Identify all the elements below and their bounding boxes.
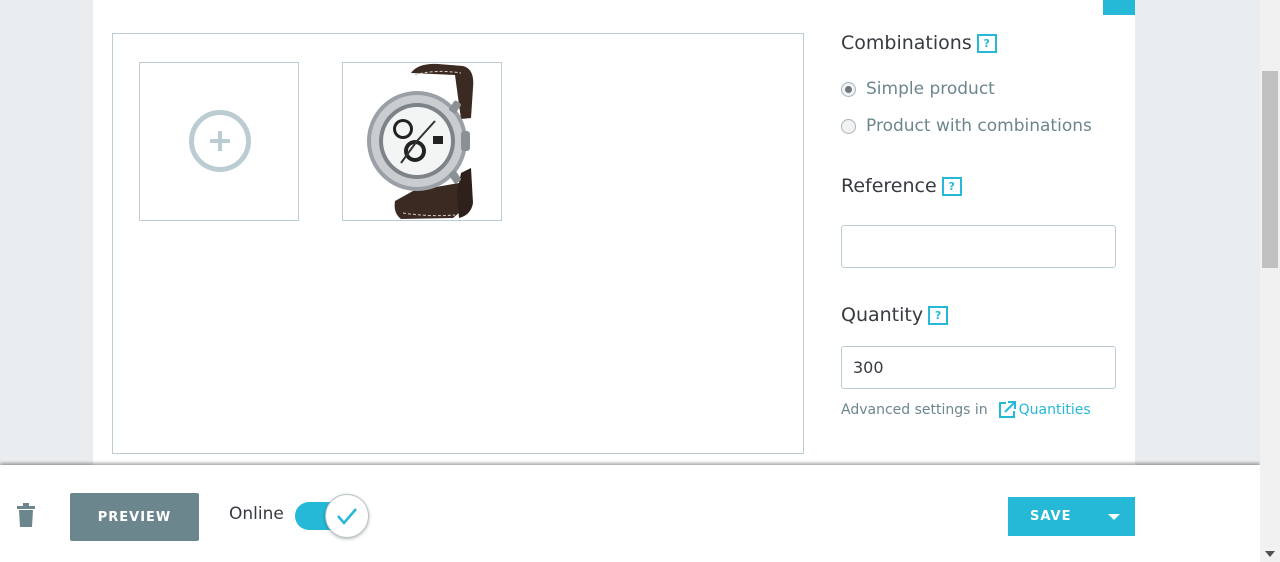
radio-button[interactable] (841, 118, 856, 134)
product-footer-toolbar: PREVIEW Online SAVE (0, 465, 1260, 562)
radio-button-checked[interactable] (841, 81, 856, 97)
scroll-down-arrow-icon[interactable] (1265, 551, 1275, 557)
add-image-slot[interactable] (139, 62, 299, 221)
reference-title: Reference (841, 175, 937, 197)
radio-label: Product with combinations (866, 116, 1092, 136)
product-images-dropzone[interactable] (112, 33, 804, 454)
watch-product-image (367, 63, 474, 219)
radio-simple-product[interactable]: Simple product (841, 79, 995, 99)
help-icon[interactable]: ? (928, 306, 949, 325)
advanced-settings-text: Advanced settings in (841, 402, 988, 418)
quantity-heading: Quantity? (841, 304, 949, 326)
help-icon[interactable]: ? (941, 177, 962, 196)
caret-down-icon[interactable] (1096, 497, 1135, 536)
radio-label: Simple product (866, 79, 995, 99)
quantity-title: Quantity (841, 304, 924, 326)
external-link-icon (998, 401, 1016, 418)
help-icon[interactable]: ? (976, 34, 997, 53)
online-label: Online (229, 504, 284, 524)
plus-circle-icon[interactable] (189, 110, 251, 172)
radio-product-with-combinations[interactable]: Product with combinations (841, 116, 1092, 136)
quantities-link[interactable]: Quantities (997, 400, 1091, 420)
preview-button[interactable]: PREVIEW (70, 493, 199, 541)
reference-input[interactable] (841, 225, 1116, 268)
trash-icon[interactable] (16, 503, 36, 527)
page-scrollbar[interactable] (1260, 0, 1280, 562)
toggle-knob[interactable] (325, 494, 369, 538)
online-toggle[interactable] (293, 492, 371, 538)
top-accent-bar (1103, 0, 1135, 15)
quantities-link-label: Quantities (1018, 402, 1091, 418)
combinations-heading: Combinations? (841, 32, 997, 54)
scrollbar-thumb[interactable] (1262, 71, 1278, 268)
combinations-title: Combinations (841, 32, 972, 54)
quantity-input[interactable] (841, 346, 1116, 389)
reference-heading: Reference? (841, 175, 962, 197)
product-image-thumbnail[interactable] (342, 62, 502, 221)
advanced-settings-note: Advanced settings in Quantities (841, 400, 1091, 420)
checkmark-icon (337, 508, 357, 525)
